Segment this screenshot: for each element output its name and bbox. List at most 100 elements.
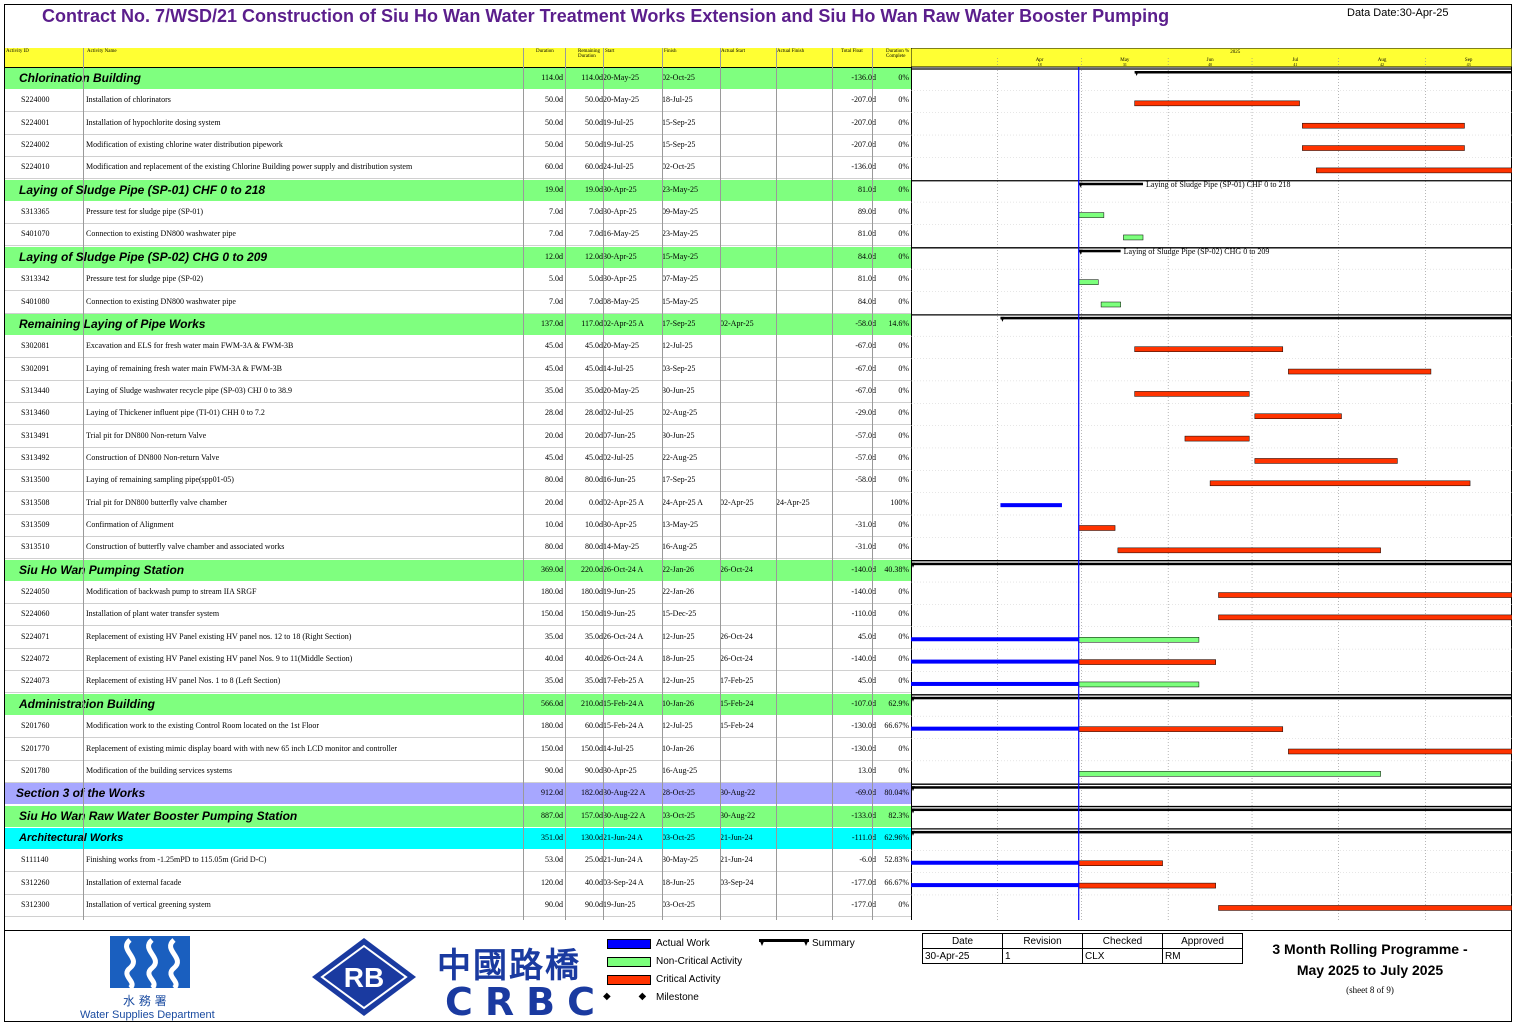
cell-start: 19-Jun-25 bbox=[603, 609, 636, 619]
cell-start: 20-May-25 bbox=[603, 341, 639, 351]
cell-finish: 15-May-25 bbox=[662, 251, 698, 261]
activity-id: S302081 bbox=[21, 341, 50, 351]
critical-bar bbox=[1078, 882, 1216, 889]
activity-id: S224060 bbox=[21, 609, 50, 619]
cell-rem: 0.0d bbox=[589, 497, 603, 507]
sheet-number: (sheet 8 of 9) bbox=[1346, 985, 1394, 995]
cell-rem: 80.0d bbox=[585, 542, 603, 552]
cell-dur: 566.0d bbox=[541, 698, 563, 708]
col-actual-finish[interactable]: Actual Finish bbox=[777, 49, 804, 54]
cell-start: 16-May-25 bbox=[603, 229, 639, 239]
signoff-date-header: Date bbox=[922, 933, 1003, 949]
cell-tf: -58.0d bbox=[855, 318, 876, 328]
activity-name: Finishing works from -1.25mPD to 115.05m… bbox=[86, 855, 267, 865]
col-activity-name[interactable]: Activity Name bbox=[87, 49, 117, 54]
cell-tf: -6.0d bbox=[859, 855, 876, 865]
cell-dur: 5.0d bbox=[549, 274, 563, 284]
col-duration[interactable]: Duration bbox=[536, 49, 554, 54]
cell-finish: 12-Jul-25 bbox=[662, 721, 693, 731]
col-duration-pct-complete[interactable]: Duration % Complete bbox=[886, 49, 910, 59]
programme-title: 3 Month Rolling Programme - May 2025 to … bbox=[1245, 939, 1495, 981]
cell-rem: 7.0d bbox=[589, 296, 603, 306]
cell-dur: 12.0d bbox=[545, 251, 563, 261]
cell-tf: 45.0d bbox=[858, 676, 876, 686]
activity-id: S224050 bbox=[21, 587, 50, 597]
activity-name: Siu Ho Wan Pumping Station bbox=[19, 562, 185, 577]
cell-tf: -140.0d bbox=[851, 654, 876, 664]
col-remaining-duration[interactable]: Remaining Duration bbox=[578, 49, 602, 59]
cell-start: 19-Jun-25 bbox=[603, 899, 636, 909]
summary-bar bbox=[1000, 316, 1512, 320]
signoff-revision: 1 bbox=[1002, 948, 1083, 964]
activity-name: Trial pit for DN800 butterfly valve cham… bbox=[86, 497, 228, 507]
activity-id: S313365 bbox=[21, 207, 50, 217]
critical-bar bbox=[1302, 122, 1465, 129]
cell-pct: 0% bbox=[898, 743, 909, 753]
activity-name: Connection to existing DN800 washwater p… bbox=[86, 296, 236, 306]
cell-pct: 0% bbox=[898, 765, 909, 775]
legend-summary-icon bbox=[759, 939, 809, 946]
critical-bar bbox=[1078, 860, 1163, 866]
activity-id: S201760 bbox=[21, 721, 50, 731]
wsd-logo bbox=[110, 936, 190, 990]
cell-pct: 0% bbox=[898, 207, 909, 217]
critical-bar bbox=[1078, 659, 1216, 665]
cell-dur: 53.0d bbox=[545, 855, 563, 865]
cell-rem: 25.0d bbox=[585, 855, 603, 865]
cell-finish: 02-Aug-25 bbox=[662, 408, 698, 418]
cell-rem: 180.0d bbox=[581, 587, 603, 597]
col-finish[interactable]: Finish bbox=[664, 49, 677, 54]
col-activity-id[interactable]: Activity ID bbox=[6, 49, 29, 54]
rb-logo: RB bbox=[312, 938, 416, 1016]
cell-dur: 137.0d bbox=[541, 318, 563, 328]
col-total-float[interactable]: Total Float bbox=[841, 49, 863, 54]
cell-dur: 45.0d bbox=[545, 363, 563, 373]
activity-name: Remaining Laying of Pipe Works bbox=[19, 316, 206, 331]
cell-finish: 30-Jun-25 bbox=[662, 385, 695, 395]
week-label: 31 bbox=[1123, 62, 1127, 67]
cell-rem: 35.0d bbox=[585, 676, 603, 686]
col-start[interactable]: Start bbox=[605, 49, 614, 54]
cell-pct: 0% bbox=[898, 229, 909, 239]
column-divider bbox=[83, 48, 84, 920]
cell-start: 02-Jul-25 bbox=[603, 452, 634, 462]
activity-name: Installation of chlorinators bbox=[86, 95, 171, 105]
cell-rem: 220.0d bbox=[581, 564, 603, 574]
actual-bar bbox=[911, 659, 1079, 664]
cell-start: 30-Aug-22 A bbox=[603, 810, 646, 820]
activity-name: Modification of backwash pump to stream … bbox=[86, 587, 257, 597]
cell-finish: 23-May-25 bbox=[662, 229, 698, 239]
activity-name: Replacement of existing HV Panel existin… bbox=[86, 654, 353, 664]
bar-label: Laying of Sludge Pipe (SP-02) CHG 0 to 2… bbox=[1124, 247, 1270, 256]
cell-finish: 28-Oct-25 bbox=[662, 788, 695, 798]
cell-rem: 19.0d bbox=[585, 184, 603, 194]
cell-start: 16-Jun-25 bbox=[603, 475, 636, 485]
cell-tf: -177.0d bbox=[851, 877, 876, 887]
activity-id: S313460 bbox=[21, 408, 50, 418]
activity-table: Activity ID Activity Name Duration Remai… bbox=[5, 48, 912, 920]
cell-finish: 23-May-25 bbox=[662, 184, 698, 194]
cell-tf: -107.0d bbox=[851, 698, 876, 708]
column-divider bbox=[523, 48, 524, 920]
col-actual-start[interactable]: Actual Start bbox=[721, 49, 745, 54]
cell-dur: 10.0d bbox=[545, 520, 563, 529]
cell-dur: 28.0d bbox=[545, 408, 563, 418]
cell-pct: 52.83% bbox=[884, 855, 909, 865]
cell-pct: 0% bbox=[898, 475, 909, 485]
cell-dur: 40.0d bbox=[545, 654, 563, 664]
cell-start: 19-Jul-25 bbox=[603, 117, 634, 127]
cell-tf: 81.0d bbox=[858, 274, 876, 284]
cell-rem: 5.0d bbox=[589, 274, 603, 284]
actual-bar bbox=[911, 883, 1079, 888]
cell-finish: 22-Jan-26 bbox=[662, 587, 694, 597]
critical-bar bbox=[1218, 614, 1512, 621]
cell-rem: 50.0d bbox=[585, 95, 603, 105]
cell-rem: 40.0d bbox=[585, 877, 603, 887]
cell-dur: 7.0d bbox=[549, 229, 563, 239]
activity-name: Laying of Sludge Pipe (SP-01) CHF 0 to 2… bbox=[19, 182, 266, 197]
activity-id: S224072 bbox=[21, 654, 50, 664]
cell-tf: -136.0d bbox=[851, 73, 876, 82]
cell-tf: 13.0d bbox=[858, 765, 876, 775]
cell-dur: 50.0d bbox=[545, 95, 563, 105]
activity-name: Installation of external facade bbox=[86, 877, 182, 887]
